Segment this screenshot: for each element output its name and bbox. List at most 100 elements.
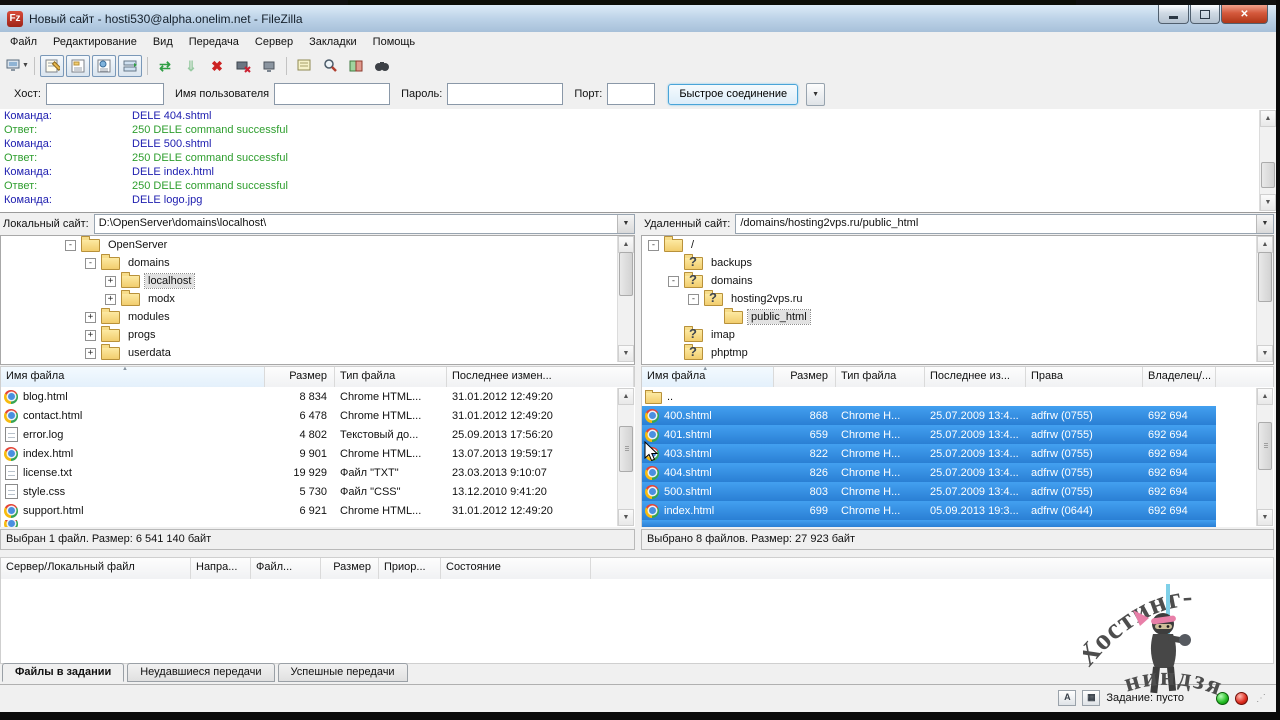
process-queue-icon[interactable]: ⇓ [179,55,203,77]
scroll-down-arrow[interactable]: ▼ [1260,194,1276,211]
file-row[interactable]: 404.shtml 826 Chrome H... 25.07.2009 13:… [642,463,1216,482]
log-scrollbar[interactable]: ▲ ▼ [1259,110,1276,211]
menu-item[interactable]: Закладки [301,32,365,52]
file-row[interactable]: 500.shtml 803 Chrome H... 25.07.2009 13:… [642,482,1216,501]
minimize-button[interactable] [1158,5,1189,24]
file-row[interactable]: support.html 6 921 Chrome HTML... 31.01.… [1,501,635,520]
toggle-message-log-icon[interactable] [40,54,64,77]
queue-tab[interactable]: Успешные передачи [277,663,408,682]
file-row[interactable]: error.log 4 802 Текстовый до... 25.09.20… [1,425,635,444]
port-input[interactable] [607,83,656,105]
tree-expander-icon[interactable]: - [688,293,699,305]
queue-column-priority[interactable]: Приор... [379,558,441,580]
column-header-size[interactable]: Размер [265,367,335,388]
remote-list-scrollbar[interactable]: ▲ ▼ [1256,388,1273,526]
toggle-remote-tree-icon[interactable] [92,54,116,77]
quickconnect-button[interactable]: Быстрое соединение [668,83,799,105]
file-row[interactable]: index.html 699 Chrome H... 05.09.2013 19… [642,501,1216,520]
disconnect-icon[interactable] [231,55,255,77]
remote-tree-item[interactable]: imap [642,325,1273,344]
file-row[interactable]: license.txt 19 929 Файл "TXT" 23.03.2013… [1,463,635,482]
speed-limits-icon[interactable]: ▦ [1082,690,1101,706]
site-manager-icon[interactable]: ▼ [5,55,29,77]
password-input[interactable] [447,83,564,105]
filter-icon[interactable] [292,55,316,77]
local-tree-scrollbar[interactable]: ▲ ▼ [617,236,634,362]
column-header-modified[interactable]: Последнее из... [925,367,1026,388]
tree-expander-icon[interactable]: - [85,257,96,269]
column-header-name[interactable]: Имя файла [642,367,774,388]
local-tree-item[interactable]: + localhost [1,271,634,290]
menu-item[interactable]: Передача [181,32,247,52]
column-header-size[interactable]: Размер [774,367,836,388]
remote-tree-item[interactable]: phptmp [642,343,1273,362]
username-input[interactable] [274,83,391,105]
quickconnect-dropdown[interactable]: ▼ [806,82,826,106]
remote-tree-scrollbar[interactable]: ▲ ▼ [1256,236,1273,362]
file-row[interactable] [642,520,1216,527]
local-list-scrollbar[interactable]: ▲ ▼ [617,388,634,526]
toggle-queue-icon[interactable] [118,54,142,77]
queue-column-status[interactable]: Состояние [441,558,591,580]
tree-expander-icon[interactable]: - [668,275,679,287]
maximize-button[interactable] [1190,5,1220,24]
column-header-owner[interactable]: Владелец/... [1143,367,1216,388]
toggle-local-tree-icon[interactable] [66,54,90,77]
column-header-name[interactable]: Имя файла [1,367,265,388]
refresh-icon[interactable]: ⇄ [153,55,177,77]
host-input[interactable] [45,83,164,105]
reconnect-icon[interactable] [257,55,281,77]
file-row[interactable]: index.html 9 901 Chrome HTML... 13.07.20… [1,444,635,463]
remote-tree-item[interactable]: - / [642,236,1273,254]
column-header-type[interactable]: Тип файла [335,367,447,388]
scroll-thumb[interactable] [1261,162,1275,188]
local-tree-item[interactable]: + modules [1,307,634,326]
menu-item[interactable]: Сервер [247,32,301,52]
local-tree-item[interactable]: + modx [1,289,634,308]
local-tree-item[interactable]: + userdata [1,343,634,362]
file-row[interactable] [1,520,635,527]
tree-expander-icon[interactable]: + [85,311,96,323]
column-header-modified[interactable]: Последнее измен... [447,367,634,388]
file-row[interactable]: 400.shtml 868 Chrome H... 25.07.2009 13:… [642,406,1216,425]
tree-expander-icon[interactable]: + [105,275,116,287]
queue-column-direction[interactable]: Напра... [191,558,251,580]
cancel-icon[interactable]: ✖ [205,55,229,77]
tree-expander-icon[interactable]: - [65,239,76,251]
queue-column-server[interactable]: Сервер/Локальный файл [1,558,191,580]
local-path-combo[interactable]: D:\OpenServer\domains\localhost\ ▼ [93,213,635,234]
menu-item[interactable]: Редактирование [45,32,145,52]
menu-item[interactable]: Помощь [365,32,424,52]
tree-expander-icon[interactable]: + [85,347,96,359]
file-row[interactable]: contact.html 6 478 Chrome HTML... 31.01.… [1,406,635,425]
sync-browse-icon[interactable] [370,55,394,77]
menu-item[interactable]: Вид [145,32,181,52]
resize-grip[interactable]: ⋰ [1256,693,1266,704]
file-row[interactable]: 403.shtml 822 Chrome H... 25.07.2009 13:… [642,444,1216,463]
column-header-type[interactable]: Тип файла [836,367,925,388]
queue-list[interactable] [0,579,1274,664]
remote-tree-item[interactable]: - hosting2vps.ru [642,289,1273,308]
queue-column-file[interactable]: Файл... [251,558,321,580]
chevron-down-icon[interactable]: ▼ [1256,214,1273,233]
remote-tree-item[interactable]: backups [642,253,1273,272]
tree-expander-icon[interactable]: + [105,293,116,305]
local-tree-item[interactable]: - OpenServer [1,236,634,254]
file-row[interactable]: 401.shtml 659 Chrome H... 25.07.2009 13:… [642,425,1216,444]
queue-tab[interactable]: Файлы в задании [2,663,125,682]
remote-tree-item[interactable]: public_html [642,307,1273,326]
tree-expander-icon[interactable]: + [85,329,96,341]
tree-expander-icon[interactable]: - [648,239,659,251]
remote-path-combo[interactable]: /domains/hosting2vps.ru/public_html ▼ [735,213,1274,234]
compare-icon[interactable] [344,55,368,77]
remote-tree-item[interactable]: - domains [642,271,1273,290]
chevron-down-icon[interactable]: ▼ [617,214,634,233]
file-row[interactable]: .. [642,387,1216,406]
menu-item[interactable]: Файл [2,32,45,52]
find-icon[interactable] [318,55,342,77]
local-tree-item[interactable]: - domains [1,253,634,272]
scroll-up-arrow[interactable]: ▲ [1260,110,1276,127]
close-button[interactable]: ✕ [1221,5,1268,24]
directory-listing-icon[interactable]: A [1058,690,1077,706]
queue-column-size[interactable]: Размер [321,558,379,580]
